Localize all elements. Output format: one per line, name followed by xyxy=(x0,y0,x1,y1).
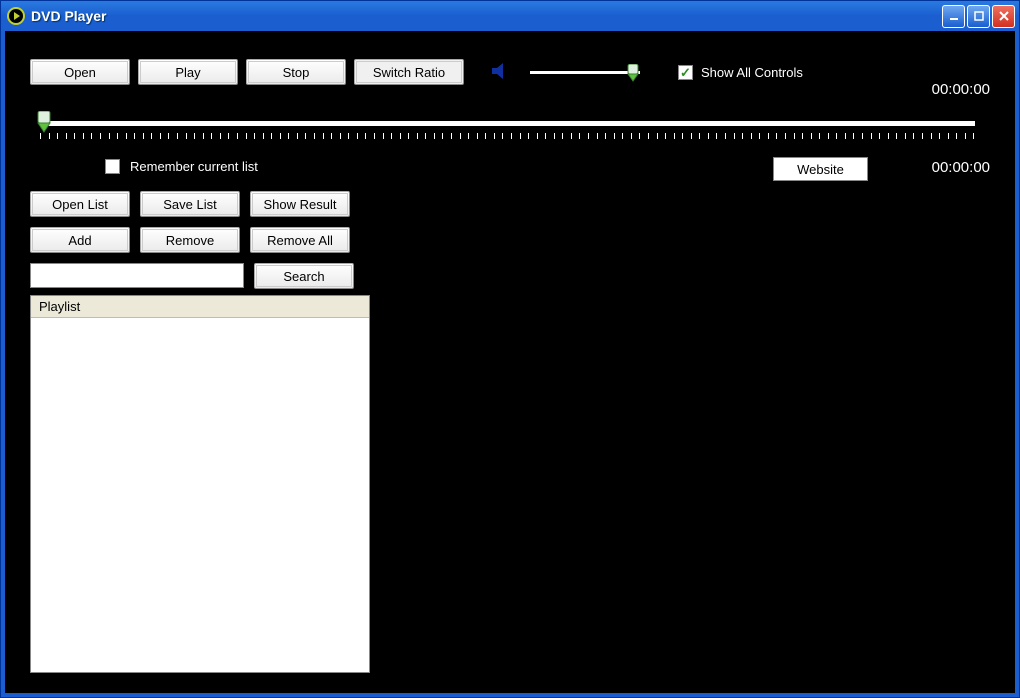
search-button[interactable]: Search xyxy=(254,263,354,289)
close-button[interactable] xyxy=(992,5,1015,28)
main-toolbar: Open Play Stop Switch Ratio ✓ xyxy=(30,59,803,85)
speaker-icon xyxy=(490,60,512,85)
time-total: 00:00:00 xyxy=(932,159,990,176)
switch-ratio-button[interactable]: Switch Ratio xyxy=(354,59,464,85)
seek-slider[interactable] xyxy=(35,111,980,141)
open-button[interactable]: Open xyxy=(30,59,130,85)
maximize-button[interactable] xyxy=(967,5,990,28)
client-area: Open Play Stop Switch Ratio ✓ xyxy=(5,31,1015,693)
website-button[interactable]: Website xyxy=(773,157,868,181)
check-icon: ✓ xyxy=(680,66,691,79)
list-controls: Open List Save List Show Result Add Remo… xyxy=(30,191,354,299)
stop-button[interactable]: Stop xyxy=(246,59,346,85)
volume-thumb-icon xyxy=(626,64,640,82)
remember-list-label: Remember current list xyxy=(130,159,258,174)
open-list-button[interactable]: Open List xyxy=(30,191,130,217)
window-controls xyxy=(942,5,1015,28)
remember-list-checkbox[interactable]: Remember current list xyxy=(105,159,258,174)
volume-slider[interactable] xyxy=(530,62,640,82)
app-icon xyxy=(7,7,25,25)
search-input[interactable] xyxy=(30,263,244,288)
playlist-header[interactable]: Playlist xyxy=(31,296,369,318)
remove-all-button[interactable]: Remove All xyxy=(250,227,350,253)
playlist-panel[interactable]: Playlist xyxy=(30,295,370,673)
time-elapsed: 00:00:00 xyxy=(932,81,990,98)
play-button[interactable]: Play xyxy=(138,59,238,85)
show-all-controls-checkbox[interactable]: ✓ Show All Controls xyxy=(678,65,803,80)
remove-button[interactable]: Remove xyxy=(140,227,240,253)
save-list-button[interactable]: Save List xyxy=(140,191,240,217)
titlebar[interactable]: DVD Player xyxy=(1,1,1019,31)
show-all-controls-label: Show All Controls xyxy=(701,65,803,80)
show-result-button[interactable]: Show Result xyxy=(250,191,350,217)
minimize-button[interactable] xyxy=(942,5,965,28)
app-window: DVD Player Open Play Stop Switch Ratio xyxy=(0,0,1020,698)
add-button[interactable]: Add xyxy=(30,227,130,253)
window-title: DVD Player xyxy=(31,8,942,24)
